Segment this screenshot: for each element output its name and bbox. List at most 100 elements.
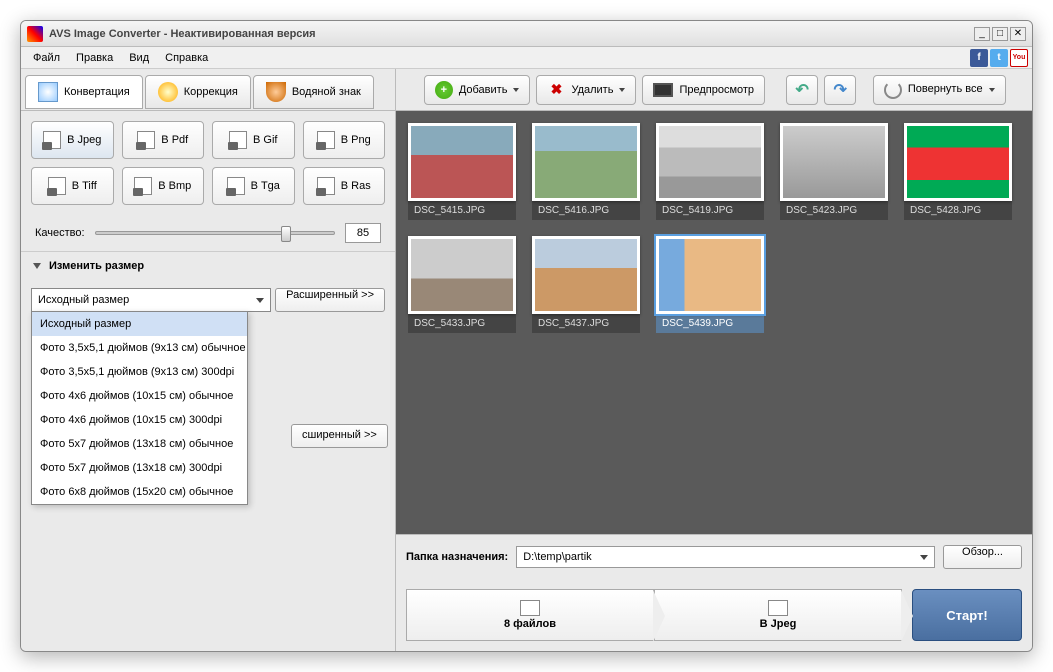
thumbnail[interactable]: DSC_5419.JPG [656, 123, 764, 220]
menu-edit[interactable]: Правка [68, 49, 121, 67]
resize-option-7[interactable]: Фото 6x8 дюймов (15x20 см) обычное [32, 480, 247, 504]
quality-row: Качество: 85 [21, 215, 395, 251]
thumbnail-label: DSC_5428.JPG [904, 201, 1012, 220]
add-button[interactable]: + Добавить [424, 75, 531, 105]
chevron-down-icon [989, 88, 995, 92]
flow-format: В Jpeg [654, 589, 902, 641]
quality-value[interactable]: 85 [345, 223, 381, 243]
resize-combo[interactable]: Исходный размер [31, 288, 271, 312]
resize-body: Исходный размер Расширенный >> Исходный … [21, 280, 395, 320]
format-jpeg-button[interactable]: В Jpeg [31, 121, 114, 159]
quality-slider[interactable] [95, 231, 335, 235]
resize-option-3[interactable]: Фото 4x6 дюймов (10x15 см) обычное [32, 384, 247, 408]
delete-icon: ✖ [547, 81, 565, 99]
resize-option-2[interactable]: Фото 3,5x5,1 дюймов (9x13 см) 300dpi [32, 360, 247, 384]
destination-path: D:\temp\partik [523, 551, 591, 563]
tab-convert-label: Конвертация [64, 86, 130, 98]
thumbnail[interactable]: DSC_5415.JPG [408, 123, 516, 220]
flow-files: 8 файлов [406, 589, 654, 641]
resize-title: Изменить размер [49, 260, 144, 272]
rotate-all-button[interactable]: Повернуть все [873, 75, 1006, 105]
toolbar: + Добавить ✖ Удалить Предпросмотр [396, 69, 1032, 111]
thumbnail-image [904, 123, 1012, 201]
format-png-button[interactable]: В Png [303, 121, 386, 159]
destination-input[interactable]: D:\temp\partik [516, 546, 935, 568]
flow-format-label: В Jpeg [760, 618, 797, 630]
format-ras-button[interactable]: В Ras [303, 167, 386, 205]
content-body: Конвертация Коррекция Водяной знак В Jpe… [21, 69, 1032, 651]
thumbnail-label: DSC_5419.JPG [656, 201, 764, 220]
tab-watermark[interactable]: Водяной знак [253, 75, 374, 109]
correct-icon [158, 82, 178, 102]
thumbnail-label: DSC_5416.JPG [532, 201, 640, 220]
tiff-icon [48, 177, 66, 195]
close-button[interactable]: ✕ [1010, 27, 1026, 41]
browse-button[interactable]: Обзор... [943, 545, 1022, 569]
convert-icon [38, 82, 58, 102]
start-button[interactable]: Старт! [912, 589, 1022, 641]
tab-correct-label: Коррекция [184, 86, 238, 98]
gif-icon [229, 131, 247, 149]
advanced-button-2[interactable]: сширенный >> [291, 424, 388, 448]
thumbnail[interactable]: DSC_5423.JPG [780, 123, 888, 220]
thumbnail-image [532, 123, 640, 201]
format-tga-button[interactable]: В Tga [212, 167, 295, 205]
flow-files-label: 8 файлов [504, 618, 556, 630]
menu-file[interactable]: Файл [25, 49, 68, 67]
thumbnail[interactable]: DSC_5433.JPG [408, 236, 516, 333]
format-icon [768, 600, 788, 616]
destination-row: Папка назначения: D:\temp\partik Обзор..… [396, 534, 1032, 579]
tab-convert[interactable]: Конвертация [25, 75, 143, 109]
watermark-icon [266, 82, 286, 102]
redo-button[interactable] [824, 75, 856, 105]
format-tiff-button[interactable]: В Tiff [31, 167, 114, 205]
delete-button[interactable]: ✖ Удалить [536, 75, 636, 105]
resize-option-5[interactable]: Фото 5x7 дюймов (13x18 см) обычное [32, 432, 247, 456]
preview-button[interactable]: Предпросмотр [642, 75, 765, 105]
undo-button[interactable] [786, 75, 818, 105]
thumbnail-image [656, 236, 764, 314]
format-gif-button[interactable]: В Gif [212, 121, 295, 159]
app-window: AVS Image Converter - Неактивированная в… [20, 20, 1033, 652]
thumbnail[interactable]: DSC_5437.JPG [532, 236, 640, 333]
slider-thumb[interactable] [281, 226, 291, 242]
resize-option-1[interactable]: Фото 3,5x5,1 дюймов (9x13 см) обычное [32, 336, 247, 360]
thumbnail[interactable]: DSC_5428.JPG [904, 123, 1012, 220]
preview-icon [653, 83, 673, 97]
resize-header[interactable]: Изменить размер [21, 252, 395, 280]
resize-selected: Исходный размер [38, 294, 129, 306]
chevron-down-icon [619, 88, 625, 92]
bmp-icon [134, 177, 152, 195]
menu-view[interactable]: Вид [121, 49, 157, 67]
thumbnail[interactable]: DSC_5416.JPG [532, 123, 640, 220]
format-pdf-button[interactable]: В Pdf [122, 121, 205, 159]
thumbnail[interactable]: DSC_5439.JPG [656, 236, 764, 333]
pdf-icon [137, 131, 155, 149]
advanced-button[interactable]: Расширенный >> [275, 288, 385, 312]
resize-option-4[interactable]: Фото 4x6 дюймов (10x15 см) 300dpi [32, 408, 247, 432]
chevron-down-icon [513, 88, 519, 92]
twitter-icon[interactable]: t [990, 49, 1008, 67]
thumbnail-label: DSC_5439.JPG [656, 314, 764, 333]
window-title: AVS Image Converter - Неактивированная в… [49, 28, 974, 40]
minimize-button[interactable]: _ [974, 27, 990, 41]
social-links: f t You [970, 49, 1028, 67]
rotate-icon [884, 81, 902, 99]
maximize-button[interactable]: □ [992, 27, 1008, 41]
add-icon: + [435, 81, 453, 99]
resize-section: Изменить размер Исходный размер Расширен… [21, 251, 395, 320]
youtube-icon[interactable]: You [1010, 49, 1028, 67]
menu-help[interactable]: Справка [157, 49, 216, 67]
resize-option-0[interactable]: Исходный размер [32, 312, 247, 336]
tab-correct[interactable]: Коррекция [145, 75, 251, 109]
resize-option-6[interactable]: Фото 5x7 дюймов (13x18 см) 300dpi [32, 456, 247, 480]
facebook-icon[interactable]: f [970, 49, 988, 67]
quality-label: Качество: [35, 227, 85, 239]
ras-icon [317, 177, 335, 195]
thumbnail-image [408, 236, 516, 314]
format-bmp-button[interactable]: В Bmp [122, 167, 205, 205]
thumbnail-label: DSC_5423.JPG [780, 201, 888, 220]
summary-flow: 8 файлов В Jpeg Старт! [396, 579, 1032, 651]
thumbnail-image [656, 123, 764, 201]
thumbnail-image [408, 123, 516, 201]
